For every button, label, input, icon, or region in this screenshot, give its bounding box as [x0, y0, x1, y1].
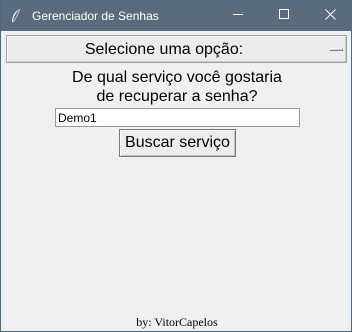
title-bar[interactable]: Gerenciador de Senhas	[1, 0, 352, 31]
question-line-2: de recuperar a senha?	[96, 88, 258, 105]
dropdown-indicator-icon	[329, 48, 343, 51]
option-menu-label: Selecione uma opção:	[84, 41, 244, 58]
close-button[interactable]	[307, 0, 352, 31]
minimize-icon	[232, 7, 244, 25]
question-text: De qual serviço você gostaria de recuper…	[1, 68, 352, 106]
feather-icon	[9, 8, 23, 24]
service-option-menu[interactable]: Selecione uma opção:	[6, 35, 347, 63]
service-input[interactable]	[55, 108, 300, 127]
app-window: Gerenciador de Senhas Selecione uma opçã…	[0, 0, 352, 332]
close-icon	[324, 7, 336, 25]
maximize-button[interactable]	[261, 0, 307, 31]
minimize-button[interactable]	[215, 0, 261, 31]
author-credit: by: VitorCapelos	[136, 315, 218, 329]
search-service-button[interactable]: Buscar serviço	[119, 129, 236, 157]
question-line-1: De qual serviço você gostaria	[72, 69, 282, 86]
maximize-icon	[278, 7, 290, 25]
window-title: Gerenciador de Senhas	[32, 9, 159, 23]
